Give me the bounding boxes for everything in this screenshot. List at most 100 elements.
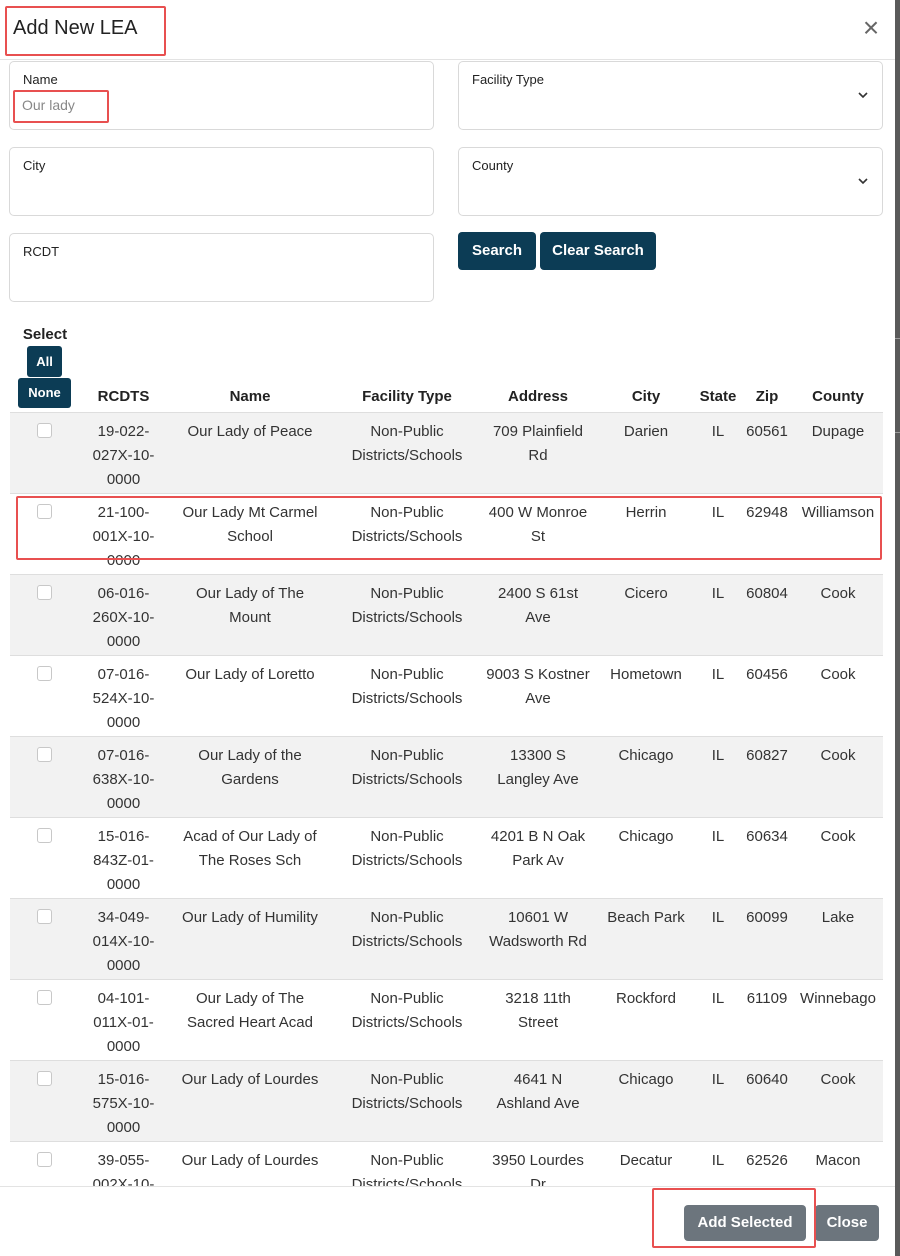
cell-zip: 60561 (746, 423, 788, 440)
table-row[interactable]: 21-100- 001X-10- 0000 Our Lady Mt Carmel … (10, 493, 883, 574)
cell-address: 3218 11th Street (505, 990, 571, 1031)
table-row[interactable]: 06-016- 260X-10- 0000 Our Lady of The Mou… (10, 574, 883, 655)
table-row[interactable]: 15-016- 575X-10- 0000 Our Lady of Lourdes… (10, 1060, 883, 1141)
add-selected-button[interactable]: Add Selected (684, 1205, 806, 1241)
city-field[interactable]: City (9, 147, 434, 216)
cell-name: Our Lady of Loretto (185, 666, 315, 683)
row-select-checkbox[interactable] (37, 1071, 52, 1086)
row-select-checkbox[interactable] (37, 1152, 52, 1167)
close-icon[interactable]: × (858, 14, 884, 42)
row-select-checkbox[interactable] (37, 423, 52, 438)
cell-county: Cook (820, 747, 856, 764)
cell-facility-type: Non-Public Districts/Schools (351, 666, 463, 707)
cell-county: Cook (820, 585, 856, 602)
column-header-county: County (812, 388, 864, 405)
cell-facility-type: Non-Public Districts/Schools (351, 747, 463, 788)
facility-type-select[interactable]: Facility Type (458, 61, 883, 130)
search-button[interactable]: Search (458, 232, 536, 270)
facility-type-label: Facility Type (472, 72, 545, 87)
cell-state: IL (711, 666, 725, 683)
column-header-zip: Zip (755, 388, 779, 405)
cell-state: IL (711, 747, 725, 764)
cell-city: Chicago (618, 828, 674, 845)
cell-county: Cook (820, 666, 856, 683)
cell-city: Cicero (624, 585, 668, 602)
table-row[interactable]: 15-016- 843Z-01- 0000 Acad of Our Lady of… (10, 817, 883, 898)
cell-state: IL (711, 585, 725, 602)
cell-rcdts: 15-016- 575X-10- 0000 (92, 1071, 155, 1136)
cell-city: Chicago (618, 747, 674, 764)
table-row[interactable]: 04-101- 011X-01- 0000 Our Lady of The Sac… (10, 979, 883, 1060)
cell-zip: 62948 (746, 504, 788, 521)
cell-facility-type: Non-Public Districts/Schools (351, 504, 463, 545)
cell-rcdts: 04-101- 011X-01- 0000 (93, 990, 154, 1055)
cell-address: 9003 S Kostner Ave (486, 666, 590, 707)
cell-zip: 60634 (746, 828, 788, 845)
row-select-checkbox[interactable] (37, 909, 52, 924)
select-none-button[interactable]: None (18, 378, 71, 408)
cell-city: Herrin (625, 504, 667, 521)
column-header-name: Name (229, 388, 271, 405)
dialog-title: Add New LEA (13, 17, 138, 39)
select-all-button[interactable]: All (27, 346, 62, 377)
cell-name: Our Lady of Lourdes (181, 1152, 319, 1169)
cell-address: 4201 B N Oak Park Av (490, 828, 586, 869)
cell-zip: 60804 (746, 585, 788, 602)
cell-zip: 60640 (746, 1071, 788, 1088)
cell-county: Dupage (811, 423, 865, 440)
cell-facility-type: Non-Public Districts/Schools (351, 423, 463, 464)
close-button[interactable]: Close (815, 1205, 879, 1241)
rcdt-label: RCDT (23, 244, 60, 259)
row-select-checkbox[interactable] (37, 990, 52, 1005)
page-scrollbar[interactable] (895, 0, 900, 1256)
name-field[interactable]: Name Our lady (9, 61, 434, 130)
cell-county: Williamson (801, 504, 875, 521)
cell-zip: 60827 (746, 747, 788, 764)
row-select-checkbox[interactable] (37, 828, 52, 843)
cell-zip: 61109 (746, 990, 788, 1007)
cell-address: 10601 W Wadsworth Rd (489, 909, 587, 950)
cell-address: 2400 S 61st Ave (497, 585, 579, 626)
chevron-down-icon (858, 92, 868, 99)
cell-address: 709 Plainfield Rd (492, 423, 584, 464)
cell-zip: 60099 (746, 909, 788, 926)
cell-name: Our Lady of The Mount (195, 585, 305, 626)
row-select-checkbox[interactable] (37, 585, 52, 600)
cell-facility-type: Non-Public Districts/Schools (351, 990, 463, 1031)
cell-city: Chicago (618, 1071, 674, 1088)
cell-state: IL (711, 1071, 725, 1088)
cell-zip: 60456 (746, 666, 788, 683)
cell-county: Winnebago (800, 990, 876, 1007)
cell-rcdts: 07-016- 638X-10- 0000 (92, 747, 155, 812)
county-label: County (472, 158, 514, 173)
row-select-checkbox[interactable] (37, 747, 52, 762)
cell-city: Darien (623, 423, 669, 440)
row-select-checkbox[interactable] (37, 504, 52, 519)
dialog-header: Add New LEA × (0, 0, 895, 60)
column-header-facility-type: Facility Type (362, 388, 452, 405)
table-row[interactable]: 07-016- 638X-10- 0000 Our Lady of the Gar… (10, 736, 883, 817)
city-label: City (23, 158, 46, 173)
cell-name: Our Lady of the Gardens (198, 747, 302, 788)
cell-name: Our Lady Mt Carmel School (182, 504, 318, 545)
name-input-value[interactable]: Our lady (22, 97, 75, 113)
select-header: Select (22, 326, 68, 343)
table-row[interactable]: 19-022- 027X-10- 0000 Our Lady of Peace No… (10, 412, 883, 493)
cell-name: Our Lady of The Sacred Heart Acad (187, 990, 313, 1031)
cell-name: Our Lady of Peace (187, 423, 313, 440)
table-row[interactable]: 34-049- 014X-10- 0000 Our Lady of Humilit… (10, 898, 883, 979)
county-select[interactable]: County (458, 147, 883, 216)
rcdt-field[interactable]: RCDT (9, 233, 434, 302)
cell-state: IL (711, 990, 725, 1007)
cell-rcdts: 06-016- 260X-10- 0000 (92, 585, 155, 650)
row-select-checkbox[interactable] (37, 666, 52, 681)
cell-city: Hometown (610, 666, 682, 683)
table-row[interactable]: 07-016- 524X-10- 0000 Our Lady of Loretto… (10, 655, 883, 736)
cell-facility-type: Non-Public Districts/Schools (351, 1071, 463, 1112)
cell-name: Our Lady of Humility (182, 909, 318, 926)
clear-search-button[interactable]: Clear Search (540, 232, 656, 270)
dialog-footer: Add Selected Close (0, 1186, 895, 1256)
cell-county: Cook (820, 828, 856, 845)
cell-zip: 62526 (746, 1152, 788, 1169)
cell-rcdts: 19-022- 027X-10- 0000 (92, 423, 155, 488)
